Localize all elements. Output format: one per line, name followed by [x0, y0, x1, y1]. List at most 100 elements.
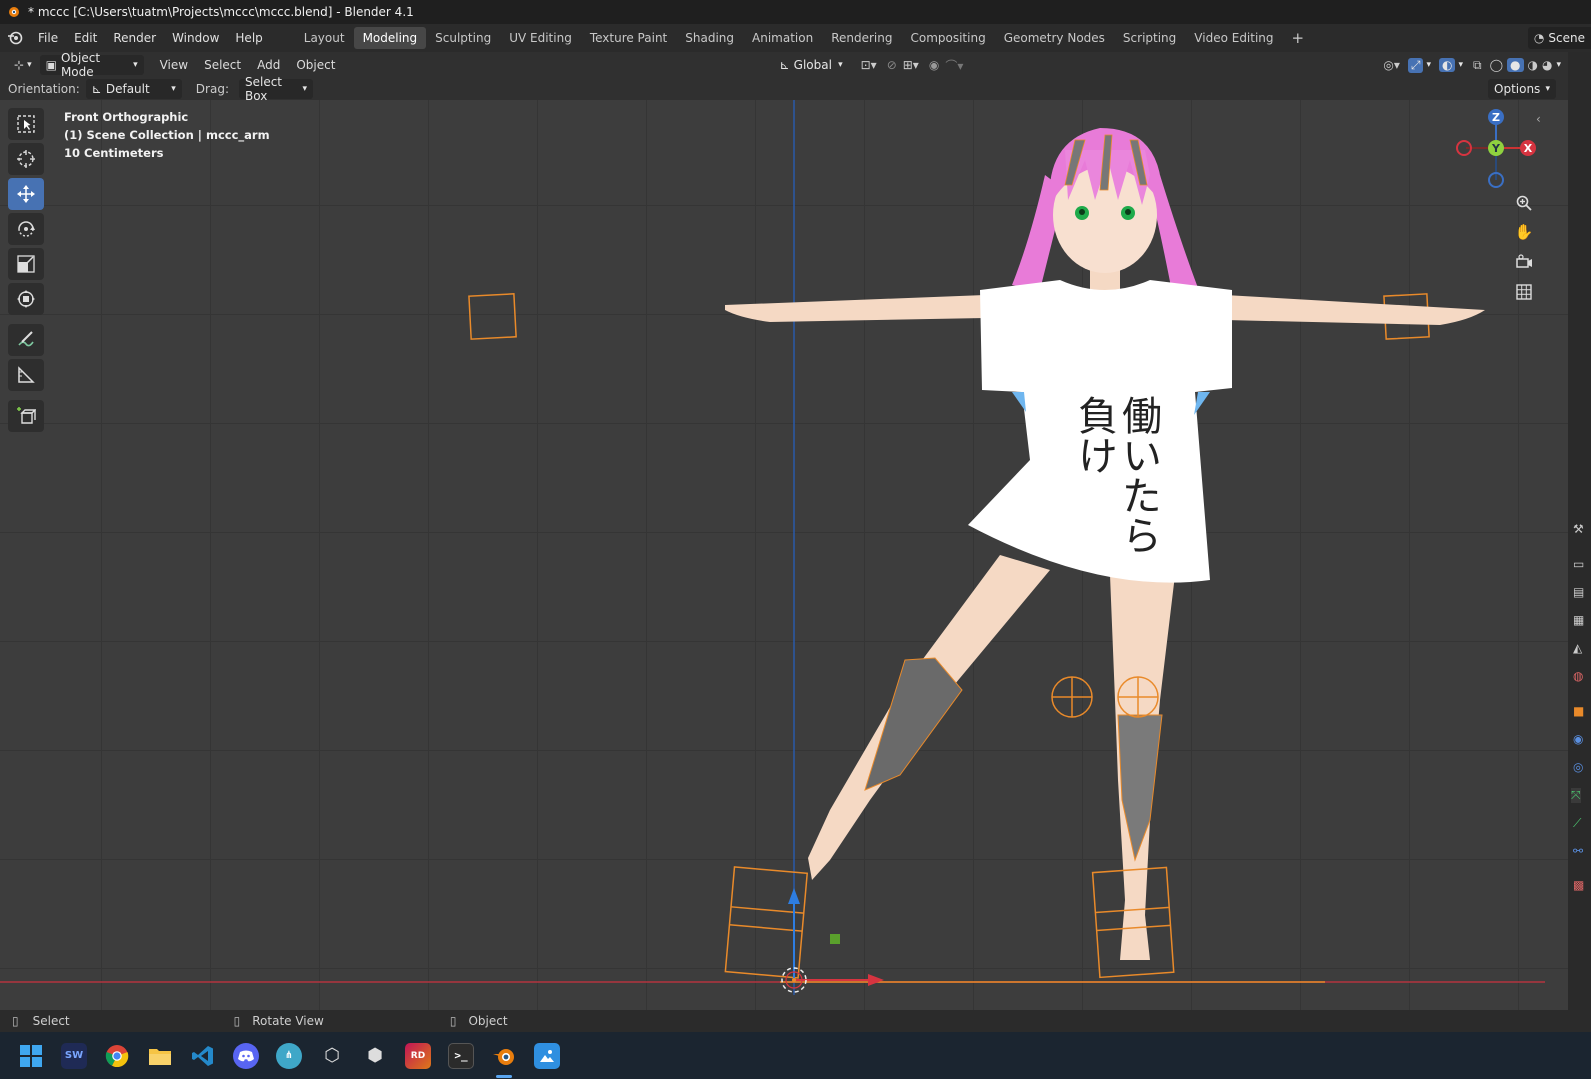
perspective-grid-icon[interactable]: [1511, 279, 1537, 305]
rider-icon[interactable]: RD: [405, 1042, 431, 1069]
file-explorer-icon[interactable]: [147, 1043, 173, 1069]
options-dropdown[interactable]: Options ▾: [1488, 79, 1556, 99]
bone-properties-icon[interactable]: ⟋: [1573, 816, 1581, 831]
menu-edit[interactable]: Edit: [66, 27, 105, 49]
viewport-header: ⊹ ▾ ▣ Object Mode ▾ View Select Add Objec…: [0, 51, 1591, 79]
vscode-icon[interactable]: [190, 1043, 216, 1069]
rendered-shading-icon[interactable]: ◕: [1542, 58, 1552, 72]
menu-view[interactable]: View: [152, 58, 196, 72]
tab-uv-editing[interactable]: UV Editing: [500, 27, 581, 49]
overlays-toggle-icon[interactable]: ◐: [1438, 58, 1456, 72]
tab-video-editing[interactable]: Video Editing: [1185, 27, 1282, 49]
pan-hand-icon[interactable]: ✋: [1511, 219, 1537, 245]
object-properties-icon[interactable]: ■: [1573, 704, 1584, 718]
output-properties-icon[interactable]: ▤: [1573, 585, 1584, 599]
blue-app-icon[interactable]: ⋔: [276, 1042, 302, 1069]
tab-shading[interactable]: Shading: [676, 27, 743, 49]
chrome-icon[interactable]: [104, 1043, 130, 1069]
photos-icon[interactable]: [534, 1042, 560, 1069]
unity-icon[interactable]: ⬡: [319, 1043, 345, 1069]
status-object: Object: [468, 1014, 508, 1028]
drag-dropdown[interactable]: Select Box ▾: [238, 75, 313, 103]
tool-properties-icon[interactable]: ⚒: [1573, 522, 1584, 536]
tab-animation[interactable]: Animation: [743, 27, 822, 49]
snap-icon[interactable]: ⊘: [887, 58, 897, 72]
menu-add[interactable]: Add: [249, 58, 288, 72]
select-box-icon: [17, 115, 35, 133]
scene-selector[interactable]: ◔ Scene: [1527, 27, 1591, 49]
menu-render[interactable]: Render: [105, 27, 164, 49]
tab-rendering[interactable]: Rendering: [822, 27, 901, 49]
transform-orientation-dropdown[interactable]: ⊾ Global ▾: [774, 55, 849, 75]
menu-object[interactable]: Object: [288, 58, 343, 72]
snap-target-icon[interactable]: ⊞▾: [903, 58, 919, 72]
tab-modeling[interactable]: Modeling: [353, 27, 427, 49]
physics-properties-icon[interactable]: ◎: [1573, 760, 1583, 774]
move-icon: [17, 185, 35, 203]
cursor-tool[interactable]: [8, 143, 44, 175]
select-box-tool[interactable]: [8, 108, 44, 140]
terminal-icon[interactable]: >_: [448, 1042, 474, 1069]
view-name: Front Orthographic: [64, 110, 189, 124]
scene-icon: ◔: [1533, 31, 1545, 45]
tab-compositing[interactable]: Compositing: [901, 27, 994, 49]
tab-texture-paint[interactable]: Texture Paint: [581, 27, 676, 49]
falloff-icon[interactable]: ⌒▾: [945, 57, 963, 74]
annotate-tool[interactable]: [8, 324, 44, 356]
tab-scripting[interactable]: Scripting: [1114, 27, 1185, 49]
tab-geometry-nodes[interactable]: Geometry Nodes: [995, 27, 1114, 49]
solid-shading-icon[interactable]: ●: [1507, 58, 1524, 72]
material-shading-icon[interactable]: ◑: [1528, 58, 1538, 72]
view-layer-icon[interactable]: ▦: [1573, 613, 1584, 627]
unity-hub-icon[interactable]: ⬢: [362, 1043, 388, 1069]
scale-tool[interactable]: [8, 248, 44, 280]
gizmo-toggle-icon[interactable]: ⤢: [1407, 57, 1424, 73]
sw-app-icon[interactable]: SW: [61, 1042, 87, 1069]
mouse-right-icon: ▯: [449, 1014, 457, 1028]
scene-properties-icon[interactable]: ◭: [1573, 641, 1582, 655]
scene-label: Scene: [1548, 31, 1585, 45]
mode-dropdown[interactable]: ▣ Object Mode ▾: [39, 51, 144, 79]
pivot-point-icon[interactable]: ⊡▾: [861, 58, 877, 72]
object-data-icon[interactable]: ⤧: [1571, 788, 1581, 803]
3d-viewport[interactable]: 働いたら 負け Z X Y ✋ ‹: [0, 100, 1568, 1010]
xray-icon[interactable]: ⧉: [1473, 58, 1482, 73]
proportional-edit-icon[interactable]: ◉: [929, 58, 939, 72]
wireframe-shading-icon[interactable]: ◯: [1490, 58, 1503, 72]
add-workspace-icon[interactable]: +: [1283, 27, 1314, 49]
transform-tool[interactable]: [8, 283, 44, 315]
rotate-icon: [18, 221, 35, 237]
menu-select[interactable]: Select: [196, 58, 249, 72]
render-properties-icon[interactable]: ▭: [1573, 557, 1584, 571]
tab-sculpting[interactable]: Sculpting: [426, 27, 500, 49]
menu-file[interactable]: File: [30, 27, 66, 49]
navigation-gizmo[interactable]: Z X Y: [1452, 108, 1542, 198]
orientation-dropdown[interactable]: ⊾ Default ▾: [85, 79, 182, 99]
sidebar-toggle-icon[interactable]: ‹: [1536, 112, 1541, 126]
menu-window[interactable]: Window: [164, 27, 227, 49]
move-tool[interactable]: [8, 178, 44, 210]
discord-icon[interactable]: [233, 1042, 259, 1069]
texture-properties-icon[interactable]: ▩: [1573, 878, 1584, 892]
blender-taskbar-icon[interactable]: [491, 1043, 517, 1078]
drag-label: Drag:: [195, 82, 229, 96]
windows-start-icon[interactable]: [18, 1043, 44, 1069]
add-cube-tool[interactable]: [8, 400, 44, 432]
menu-help[interactable]: Help: [227, 27, 270, 49]
camera-view-icon[interactable]: [1511, 249, 1537, 275]
scene-svg: [0, 100, 1545, 995]
knee-target-left: [1051, 676, 1093, 718]
measure-tool[interactable]: [8, 359, 44, 391]
world-properties-icon[interactable]: ◍: [1573, 669, 1583, 683]
zoom-icon[interactable]: [1511, 190, 1537, 216]
visibility-icon[interactable]: ◎▾: [1383, 58, 1400, 72]
constraint-properties-icon[interactable]: ⚯: [1573, 844, 1583, 858]
object-mode-icon: ▣: [45, 58, 57, 72]
modifier-properties-icon[interactable]: ◉: [1573, 732, 1583, 746]
rotate-tool[interactable]: [8, 213, 44, 245]
knee-target-right: [1117, 676, 1159, 718]
blender-menu-icon[interactable]: [0, 30, 30, 46]
right-arm: [1225, 295, 1485, 325]
editor-type-button[interactable]: ⊹ ▾: [0, 58, 40, 72]
tab-layout[interactable]: Layout: [295, 27, 354, 49]
